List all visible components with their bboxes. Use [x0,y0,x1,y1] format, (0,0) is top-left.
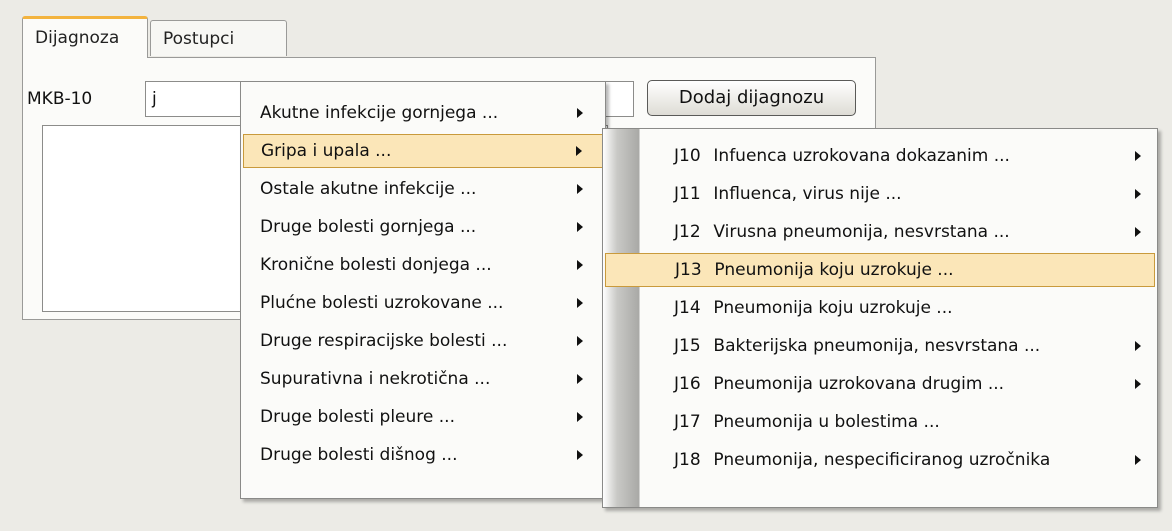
diagnosis-label: Pneumonija uzrokovana drugim ... [713,374,1005,394]
diagnosis-code: J12 [674,222,701,242]
menu-item-label: Ostale akutne infekcije ... [260,179,477,199]
menu-item-label: Gripa i upala ... [261,141,392,161]
menu-item-kronicne-bolesti[interactable]: Kronične bolesti donjega ... [243,248,603,282]
submenu-arrow-icon [1135,379,1141,389]
mkb-code-input[interactable]: j [145,81,243,117]
mkb-label: MKB-10 [27,89,93,109]
diagnosis-code: J18 [674,450,701,470]
submenu-item-j10[interactable]: J10 Infuenca uzrokovana dokazanim ... [605,139,1155,173]
menu-item-label: Druge bolesti pleure ... [260,407,455,427]
submenu-arrow-icon [1135,455,1141,465]
menu-item-label: Druge bolesti gornjega ... [260,217,477,237]
menu-item-druge-bolesti-pleure[interactable]: Druge bolesti pleure ... [243,400,603,434]
menu-item-druge-bolesti-disnog[interactable]: Druge bolesti dišnog ... [243,438,603,472]
menu-item-label: Druge respiracijske bolesti ... [260,331,508,351]
diagnosis-submenu: J10 Infuenca uzrokovana dokazanim ... J1… [602,128,1158,508]
submenu-item-j17[interactable]: J17 Pneumonija u bolestima ... [605,405,1155,439]
submenu-arrow-icon [576,146,582,156]
submenu-arrow-icon [1135,189,1141,199]
diagnosis-label: Virusna pneumonija, nesvrstana ... [713,222,1010,242]
diagnosis-label: Pneumonija, nespecificiranog uzročnika [713,450,1051,470]
submenu-item-j15[interactable]: J15 Bakterijska pneumonija, nesvrstana .… [605,329,1155,363]
diagnosis-code: J13 [675,260,702,280]
tab-postupci[interactable]: Postupci [150,20,287,56]
diagnosis-code: J11 [674,184,701,204]
submenu-arrow-icon [577,412,583,422]
submenu-arrow-icon [577,108,583,118]
submenu-arrow-icon [577,374,583,384]
diagnosis-label: Bakterijska pneumonija, nesvrstana ... [713,336,1041,356]
menu-item-label: Kronične bolesti donjega ... [260,255,492,275]
submenu-arrow-icon [577,450,583,460]
submenu-item-j16[interactable]: J16 Pneumonija uzrokovana drugim ... [605,367,1155,401]
submenu-arrow-icon [1135,341,1141,351]
menu-item-label: Plućne bolesti uzrokovane ... [260,293,504,313]
diagnosis-label: Infuenca uzrokovana dokazanim ... [713,146,1010,166]
menu-item-ostale-akutne[interactable]: Ostale akutne infekcije ... [243,172,603,206]
diagnosis-code: J16 [674,374,701,394]
submenu-arrow-icon [1135,151,1141,161]
menu-item-gripa-i-upala[interactable]: Gripa i upala ... [243,134,603,168]
submenu-arrow-icon [577,184,583,194]
diagnosis-code: J10 [674,146,701,166]
diagnosis-label: Influenca, virus nije ... [713,184,902,204]
submenu-arrow-icon [1135,227,1141,237]
submenu-arrow-icon [577,260,583,270]
menu-item-label: Akutne infekcije gornjega ... [260,103,499,123]
submenu-arrow-icon [577,298,583,308]
diagnosis-code: J15 [674,336,701,356]
menu-item-druge-respiracijske[interactable]: Druge respiracijske bolesti ... [243,324,603,358]
submenu-arrow-icon [577,222,583,232]
tab-dijagnoza[interactable]: Dijagnoza [22,16,148,58]
diagnosis-code: J14 [674,298,701,318]
diagnosis-label: Pneumonija u bolestima ... [713,412,940,432]
menu-item-akutne-infekcije[interactable]: Akutne infekcije gornjega ... [243,96,603,130]
menu-item-supurativna[interactable]: Supurativna i nekrotična ... [243,362,603,396]
diagnosis-code: J17 [674,412,701,432]
submenu-item-j12[interactable]: J12 Virusna pneumonija, nesvrstana ... [605,215,1155,249]
menu-item-label: Supurativna i nekrotična ... [260,369,491,389]
add-diagnosis-button[interactable]: Dodaj dijagnozu [647,80,856,116]
submenu-item-j18[interactable]: J18 Pneumonija, nespecificiranog uzročni… [605,443,1155,477]
menu-item-plucne-bolesti[interactable]: Plućne bolesti uzrokovane ... [243,286,603,320]
submenu-item-j13[interactable]: J13 Pneumonija koju uzrokuje ... [605,253,1155,287]
menu-item-druge-bolesti-gornjega[interactable]: Druge bolesti gornjega ... [243,210,603,244]
diagnosis-label: Pneumonija koju uzrokuje ... [713,298,953,318]
diagnosis-label: Pneumonija koju uzrokuje ... [714,260,954,280]
submenu-arrow-icon [577,336,583,346]
submenu-item-j11[interactable]: J11 Influenca, virus nije ... [605,177,1155,211]
submenu-item-j14[interactable]: J14 Pneumonija koju uzrokuje ... [605,291,1155,325]
menu-item-label: Druge bolesti dišnog ... [260,445,458,465]
category-menu: Akutne infekcije gornjega ... Gripa i up… [240,81,606,499]
